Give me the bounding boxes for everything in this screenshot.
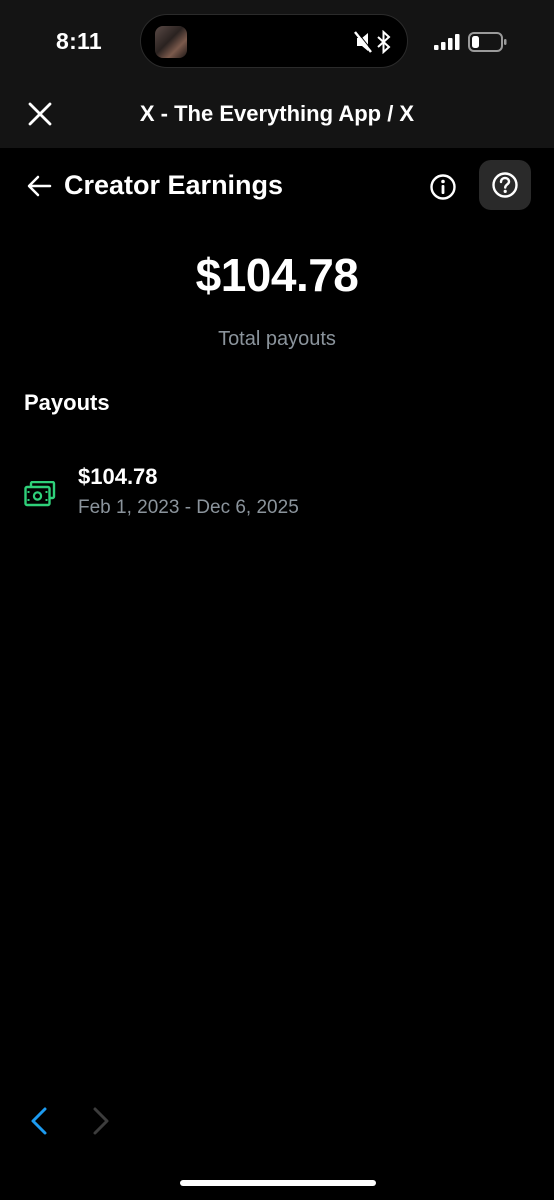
chevron-right-icon (90, 1106, 112, 1141)
status-bar: 8:11 (0, 0, 554, 84)
cellular-signal-icon (434, 34, 462, 55)
info-icon[interactable] (428, 172, 458, 202)
dynamic-island[interactable] (140, 14, 408, 68)
chevron-left-icon[interactable] (28, 1106, 50, 1141)
status-time: 8:11 (56, 28, 102, 54)
help-icon (492, 172, 518, 198)
payout-date-range: Feb 1, 2023 - Dec 6, 2025 (78, 497, 299, 518)
media-thumbnail[interactable] (155, 26, 187, 58)
back-arrow-icon[interactable] (26, 174, 52, 198)
mute-bell-icon (354, 30, 373, 53)
battery-icon (468, 32, 508, 57)
total-payouts-label: Total payouts (218, 328, 336, 350)
help-button[interactable] (479, 160, 531, 210)
browser-bar: X - The Everything App / X (0, 84, 554, 148)
home-indicator[interactable] (180, 1180, 376, 1186)
total-payouts-amount: $104.78 (195, 249, 359, 301)
island-status-icons (353, 29, 393, 59)
payout-amount: $104.78 (78, 464, 158, 489)
payout-list-item[interactable]: $104.78 Feb 1, 2023 - Dec 6, 2025 (0, 450, 554, 534)
payouts-section-title: Payouts (24, 390, 110, 415)
bluetooth-icon (377, 29, 391, 55)
browser-title: X - The Everything App / X (139, 101, 415, 126)
cash-icon (24, 480, 56, 512)
page-title: Creator Earnings (64, 170, 284, 200)
page-header: Creator Earnings (0, 148, 554, 226)
